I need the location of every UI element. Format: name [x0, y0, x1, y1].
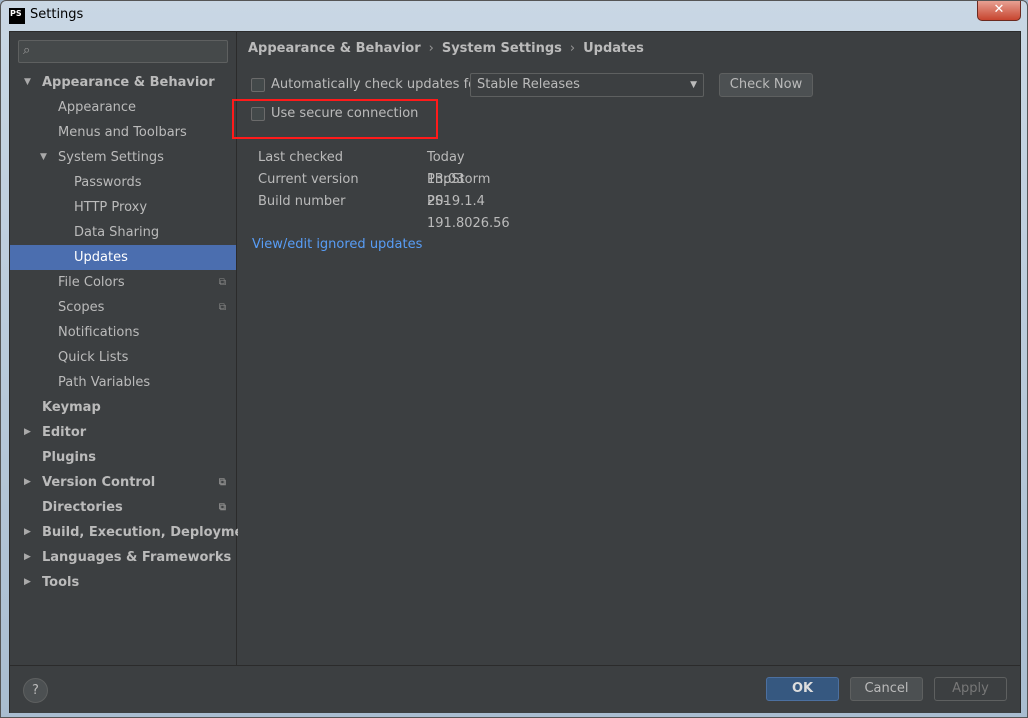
tree-item-label: Path Variables	[58, 375, 151, 390]
tree-item-label: Directories	[42, 500, 123, 515]
breadcrumb-item: Appearance & Behavior	[248, 41, 421, 56]
tree-item-label: Scopes	[58, 300, 105, 315]
tree-item-label: Notifications	[58, 325, 140, 340]
tree-item-label: Keymap	[42, 400, 101, 415]
tree-item[interactable]: Appearance	[10, 95, 236, 120]
sidebar: ⌕ ▼ Appearance & Behavior Appearance Menus …	[10, 32, 259, 665]
tree-item[interactable]: ▶ Version Control ⧉	[10, 470, 236, 495]
tree-item-label: Passwords	[74, 175, 142, 190]
auto-check-label: Automatically check updates for	[271, 77, 482, 92]
window-title: Settings	[30, 7, 84, 22]
tree-item[interactable]: ▶ Editor	[10, 420, 236, 445]
tree-item[interactable]: Keymap	[10, 395, 236, 420]
tree-item-label: HTTP Proxy	[74, 200, 148, 215]
tree-item-label: File Colors	[58, 275, 125, 290]
apply-button[interactable]: Apply	[934, 677, 1007, 701]
main-panel: Appearance & Behavior › System Settings › Up…	[232, 32, 1020, 665]
tree-item[interactable]: Notifications	[10, 320, 236, 345]
tree-item-label: Menus and Toolbars	[58, 125, 187, 140]
collapsed-arrow-icon[interactable]: ▶	[24, 420, 31, 445]
project-scope-icon: ⧉	[218, 502, 226, 513]
collapsed-arrow-icon[interactable]: ▶	[24, 570, 31, 595]
tree-item[interactable]: Plugins	[10, 445, 236, 470]
expanded-arrow-icon[interactable]: ▼	[24, 70, 31, 95]
tree-item[interactable]: ▶ Build, Execution, Deployment	[10, 520, 259, 545]
tree-item-label: Data Sharing	[74, 225, 160, 240]
update-channel-select[interactable]: Stable Releases ▼	[470, 73, 704, 97]
search-input[interactable]: ⌕	[18, 40, 228, 63]
tree-item[interactable]: ▼ System Settings	[10, 145, 236, 170]
tree-item[interactable]: ▼ Appearance & Behavior	[10, 70, 236, 95]
check-now-button[interactable]: Check Now	[719, 73, 813, 97]
help-button[interactable]: ?	[23, 678, 48, 703]
tree-item-label: Editor	[42, 425, 87, 440]
tree-item[interactable]: ▶ Languages & Frameworks	[10, 545, 236, 570]
tree-item-label: Build, Execution, Deployment	[42, 525, 259, 540]
breadcrumb-item: Updates	[583, 41, 644, 56]
ignored-updates-link[interactable]: View/edit ignored updates	[252, 237, 422, 252]
tree-item[interactable]: Directories ⧉	[10, 495, 236, 520]
tree-item-label: Quick Lists	[58, 350, 129, 365]
tree-item-label: Plugins	[42, 450, 96, 465]
tree-item[interactable]: Passwords	[10, 170, 236, 195]
tree-item-label: Languages & Frameworks	[42, 550, 232, 565]
settings-tree: ▼ Appearance & Behavior Appearance Menus an…	[10, 70, 259, 595]
secure-connection-checkbox[interactable]	[251, 107, 265, 121]
tree-item-label: System Settings	[58, 150, 164, 165]
project-scope-icon: ⧉	[218, 477, 226, 488]
selected-channel: Stable Releases	[477, 77, 580, 92]
cancel-button[interactable]: Cancel	[850, 677, 923, 701]
tree-item[interactable]: File Colors ⧉	[10, 270, 236, 295]
current-version-label: Current version	[258, 172, 359, 187]
close-button[interactable]: ✕	[977, 1, 1021, 21]
breadcrumb-item: System Settings	[441, 41, 562, 56]
tree-item[interactable]: Scopes ⧉	[10, 295, 236, 320]
window-frame: PS Settings ✕ ⌕ ▼ Appearance & Behavior Ap…	[0, 0, 1028, 718]
chevron-down-icon: ▼	[690, 80, 697, 90]
tree-item[interactable]: Data Sharing	[10, 220, 236, 245]
chevron-right-icon: ›	[428, 41, 434, 56]
tree-item-label: Version Control	[42, 475, 156, 490]
expanded-arrow-icon[interactable]: ▼	[40, 145, 47, 170]
tree-item-label: Tools	[42, 575, 80, 590]
tree-item-label: Appearance & Behavior	[42, 75, 215, 90]
project-scope-icon: ⧉	[218, 277, 226, 288]
build-number-value: PS-191.8026.56	[427, 194, 510, 231]
tree-item[interactable]: Updates	[10, 245, 236, 270]
tree-item-label: Updates	[74, 250, 128, 265]
build-number-label: Build number	[258, 194, 346, 209]
tree-item[interactable]: Quick Lists	[10, 345, 236, 370]
update-info: Last checked Today 13:03 Current version P…	[258, 147, 510, 231]
tree-item-label: Appearance	[58, 100, 137, 115]
collapsed-arrow-icon[interactable]: ▶	[24, 520, 31, 545]
secure-connection-label: Use secure connection	[271, 106, 419, 121]
search-icon: ⌕	[23, 43, 31, 58]
settings-dialog: ⌕ ▼ Appearance & Behavior Appearance Menus …	[9, 31, 1021, 713]
project-scope-icon: ⧉	[218, 302, 226, 313]
phpstorm-logo-icon: PS	[9, 8, 25, 24]
chevron-right-icon: ›	[569, 41, 576, 56]
dialog-footer: ? OK Cancel Apply	[10, 665, 1020, 713]
title-bar: PS Settings ✕	[1, 1, 1027, 31]
tree-item[interactable]: Menus and Toolbars	[10, 120, 236, 145]
tree-item[interactable]: ▶ Tools	[10, 570, 236, 595]
collapsed-arrow-icon[interactable]: ▶	[24, 545, 31, 570]
tree-item[interactable]: HTTP Proxy	[10, 195, 236, 220]
tree-item[interactable]: Path Variables	[10, 370, 236, 395]
ok-button[interactable]: OK	[766, 677, 839, 701]
auto-check-checkbox[interactable]	[251, 78, 265, 92]
last-checked-label: Last checked	[258, 150, 344, 165]
breadcrumb: Appearance & Behavior › System Settings › Up…	[248, 41, 644, 56]
collapsed-arrow-icon[interactable]: ▶	[24, 470, 31, 495]
